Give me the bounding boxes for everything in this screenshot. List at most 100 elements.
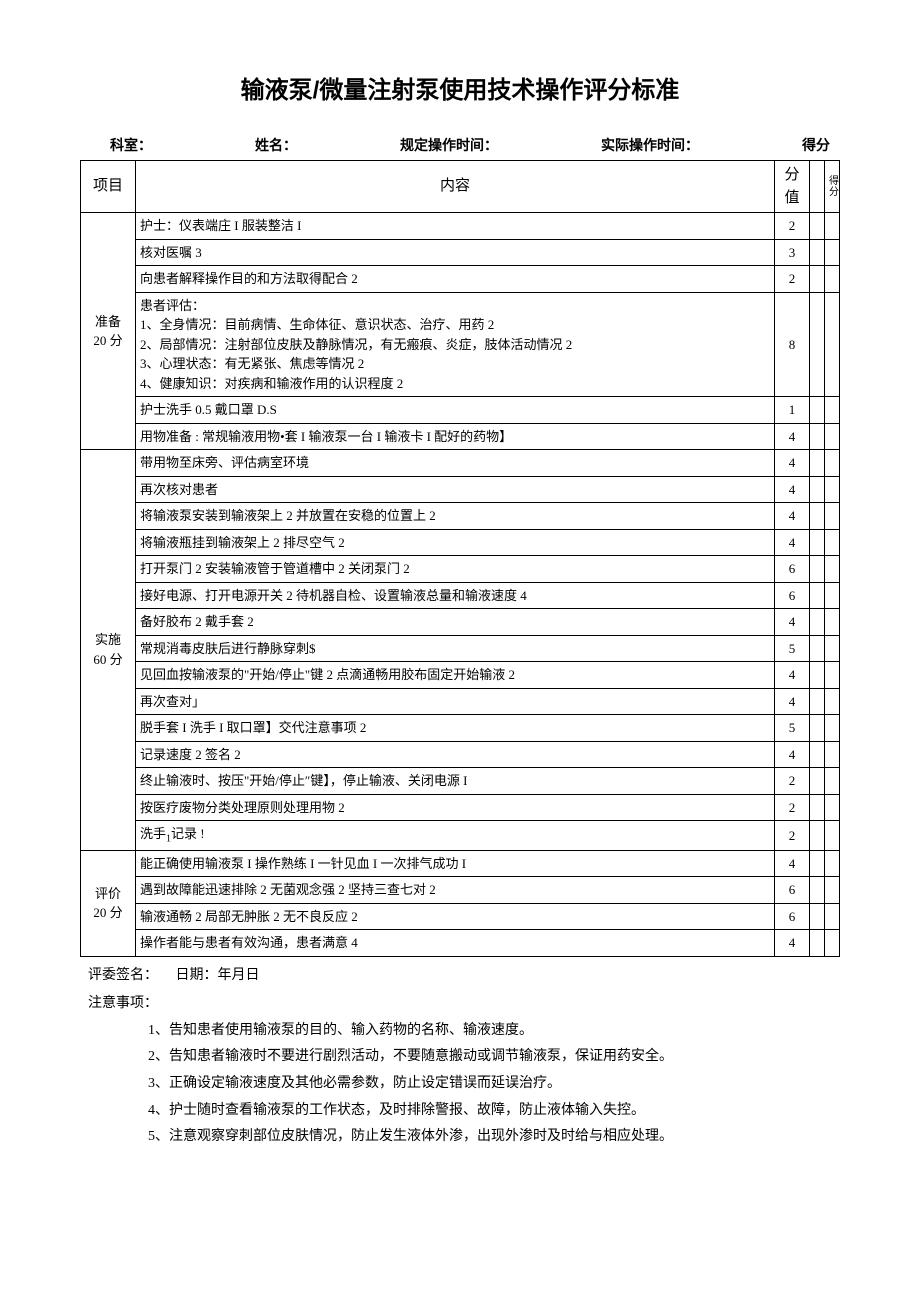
- table-row: 常规消毒皮肤后进行静脉穿刺$5: [81, 635, 840, 662]
- content-cell: 向患者解释操作目的和方法取得配合 2: [136, 266, 775, 293]
- content-cell: 带用物至床旁、评估病室环境: [136, 450, 775, 477]
- got-cell: [825, 903, 840, 930]
- got-cell: [825, 582, 840, 609]
- score-cell: 6: [775, 877, 810, 904]
- content-cell: 输液通畅 2 局部无肿胀 2 无不良反应 2: [136, 903, 775, 930]
- blank-cell: [810, 903, 825, 930]
- blank-cell: [810, 715, 825, 742]
- scoring-table: 项目 内容 分值 得分 准备20 分护士：仪表端庄 I 服装整洁 I2核对医嘱 …: [80, 160, 840, 957]
- blank-cell: [810, 635, 825, 662]
- label-score: 得分: [802, 135, 830, 155]
- section-name: 实施60 分: [81, 450, 136, 851]
- got-cell: [825, 503, 840, 530]
- got-cell: [825, 450, 840, 477]
- note-item: 正确设定输液速度及其他必需参数，防止设定错误而延误治疗。: [148, 1071, 840, 1098]
- blank-cell: [810, 794, 825, 821]
- got-cell: [825, 821, 840, 851]
- table-row: 核对医嘱 33: [81, 239, 840, 266]
- got-cell: [825, 635, 840, 662]
- content-cell: 见回血按输液泵的"开始/停止"键 2 点滴通畅用胶布固定开始输液 2: [136, 662, 775, 689]
- content-cell: 将输液瓶挂到输液架上 2 排尽空气 2: [136, 529, 775, 556]
- note-item: 告知患者输液时不要进行剧烈活动，不要随意搬动或调节输液泵，保证用药安全。: [148, 1044, 840, 1071]
- blank-cell: [810, 529, 825, 556]
- blank-cell: [810, 397, 825, 424]
- note-item: 告知患者使用输液泵的目的、输入药物的名称、输液速度。: [148, 1018, 840, 1045]
- score-cell: 4: [775, 476, 810, 503]
- table-row: 遇到故障能迅速排除 2 无菌观念强 2 坚持三查七对 26: [81, 877, 840, 904]
- table-row: 再次查对」4: [81, 688, 840, 715]
- blank-cell: [810, 423, 825, 450]
- blank-cell: [810, 582, 825, 609]
- got-cell: [825, 213, 840, 240]
- notes-list: 告知患者使用输液泵的目的、输入药物的名称、输液速度。告知患者输液时不要进行剧烈活…: [88, 1018, 840, 1151]
- score-cell: 4: [775, 609, 810, 636]
- blank-cell: [810, 877, 825, 904]
- content-cell: 再次查对」: [136, 688, 775, 715]
- content-cell: 接好电源、打开电源开关 2 待机器自检、设置输液总量和输液速度 4: [136, 582, 775, 609]
- table-row: 输液通畅 2 局部无肿胀 2 无不良反应 26: [81, 903, 840, 930]
- table-row: 记录速度 2 签名 24: [81, 741, 840, 768]
- content-cell: 能正确使用输液泵 I 操作熟练 I 一针见血 I 一次排气成功 I: [136, 850, 775, 877]
- table-row: 打开泵门 2 安装输液管于管道槽中 2 关闭泵门 26: [81, 556, 840, 583]
- content-cell: 遇到故障能迅速排除 2 无菌观念强 2 坚持三查七对 2: [136, 877, 775, 904]
- score-cell: 6: [775, 582, 810, 609]
- blank-cell: [810, 688, 825, 715]
- got-cell: [825, 529, 840, 556]
- blank-cell: [810, 450, 825, 477]
- table-row: 用物准备 : 常规输液用物•套 I 输液泵一台 I 输液卡 I 配好的药物】4: [81, 423, 840, 450]
- got-cell: [825, 715, 840, 742]
- content-cell: 常规消毒皮肤后进行静脉穿刺$: [136, 635, 775, 662]
- content-cell: 将输液泵安装到输液架上 2 并放置在安稳的位置上 2: [136, 503, 775, 530]
- table-row: 将输液瓶挂到输液架上 2 排尽空气 24: [81, 529, 840, 556]
- notes-title: 注意事项：: [88, 991, 840, 1018]
- table-row: 向患者解释操作目的和方法取得配合 22: [81, 266, 840, 293]
- score-cell: 5: [775, 635, 810, 662]
- score-cell: 3: [775, 239, 810, 266]
- table-row: 洗手1记录 !2: [81, 821, 840, 851]
- label-name: 姓名：: [255, 135, 297, 155]
- got-cell: [825, 556, 840, 583]
- score-cell: 8: [775, 292, 810, 397]
- table-row: 准备20 分护士：仪表端庄 I 服装整洁 I2: [81, 213, 840, 240]
- blank-cell: [810, 292, 825, 397]
- got-cell: [825, 476, 840, 503]
- score-cell: 4: [775, 930, 810, 957]
- info-row: 科室： 姓名： 规定操作时间： 实际操作时间： 得分: [80, 135, 840, 160]
- got-cell: [825, 266, 840, 293]
- label-dept: 科室：: [110, 135, 152, 155]
- content-cell: 打开泵门 2 安装输液管于管道槽中 2 关闭泵门 2: [136, 556, 775, 583]
- table-row: 接好电源、打开电源开关 2 待机器自检、设置输液总量和输液速度 46: [81, 582, 840, 609]
- got-cell: [825, 850, 840, 877]
- note-item: 护士随时查看输液泵的工作状态，及时排除警报、故障，防止液体输入失控。: [148, 1098, 840, 1125]
- score-cell: 4: [775, 662, 810, 689]
- got-cell: [825, 662, 840, 689]
- content-cell: 记录速度 2 签名 2: [136, 741, 775, 768]
- blank-cell: [810, 821, 825, 851]
- score-cell: 2: [775, 821, 810, 851]
- table-row: 评价20 分能正确使用输液泵 I 操作熟练 I 一针见血 I 一次排气成功 I4: [81, 850, 840, 877]
- content-cell: 护士：仪表端庄 I 服装整洁 I: [136, 213, 775, 240]
- table-row: 护士洗手 0.5 戴口罩 D.S1: [81, 397, 840, 424]
- table-row: 按医疗废物分类处理原则处理用物 22: [81, 794, 840, 821]
- table-row: 实施60 分带用物至床旁、评估病室环境4: [81, 450, 840, 477]
- table-row: 将输液泵安装到输液架上 2 并放置在安稳的位置上 24: [81, 503, 840, 530]
- got-cell: [825, 794, 840, 821]
- got-cell: [825, 609, 840, 636]
- table-row: 患者评估：1、全身情况：目前病情、生命体征、意识状态、治疗、用药 22、局部情况…: [81, 292, 840, 397]
- score-cell: 4: [775, 850, 810, 877]
- page-title: 输液泵/微量注射泵使用技术操作评分标准: [80, 70, 840, 105]
- got-cell: [825, 688, 840, 715]
- score-cell: 2: [775, 213, 810, 240]
- header-content: 内容: [136, 161, 775, 213]
- score-cell: 2: [775, 266, 810, 293]
- content-cell: 用物准备 : 常规输液用物•套 I 输液泵一台 I 输液卡 I 配好的药物】: [136, 423, 775, 450]
- header-blank: [810, 161, 825, 213]
- blank-cell: [810, 662, 825, 689]
- score-cell: 4: [775, 423, 810, 450]
- got-cell: [825, 292, 840, 397]
- got-cell: [825, 741, 840, 768]
- blank-cell: [810, 930, 825, 957]
- date-label: 日期：年月日: [176, 968, 260, 983]
- blank-cell: [810, 239, 825, 266]
- got-cell: [825, 877, 840, 904]
